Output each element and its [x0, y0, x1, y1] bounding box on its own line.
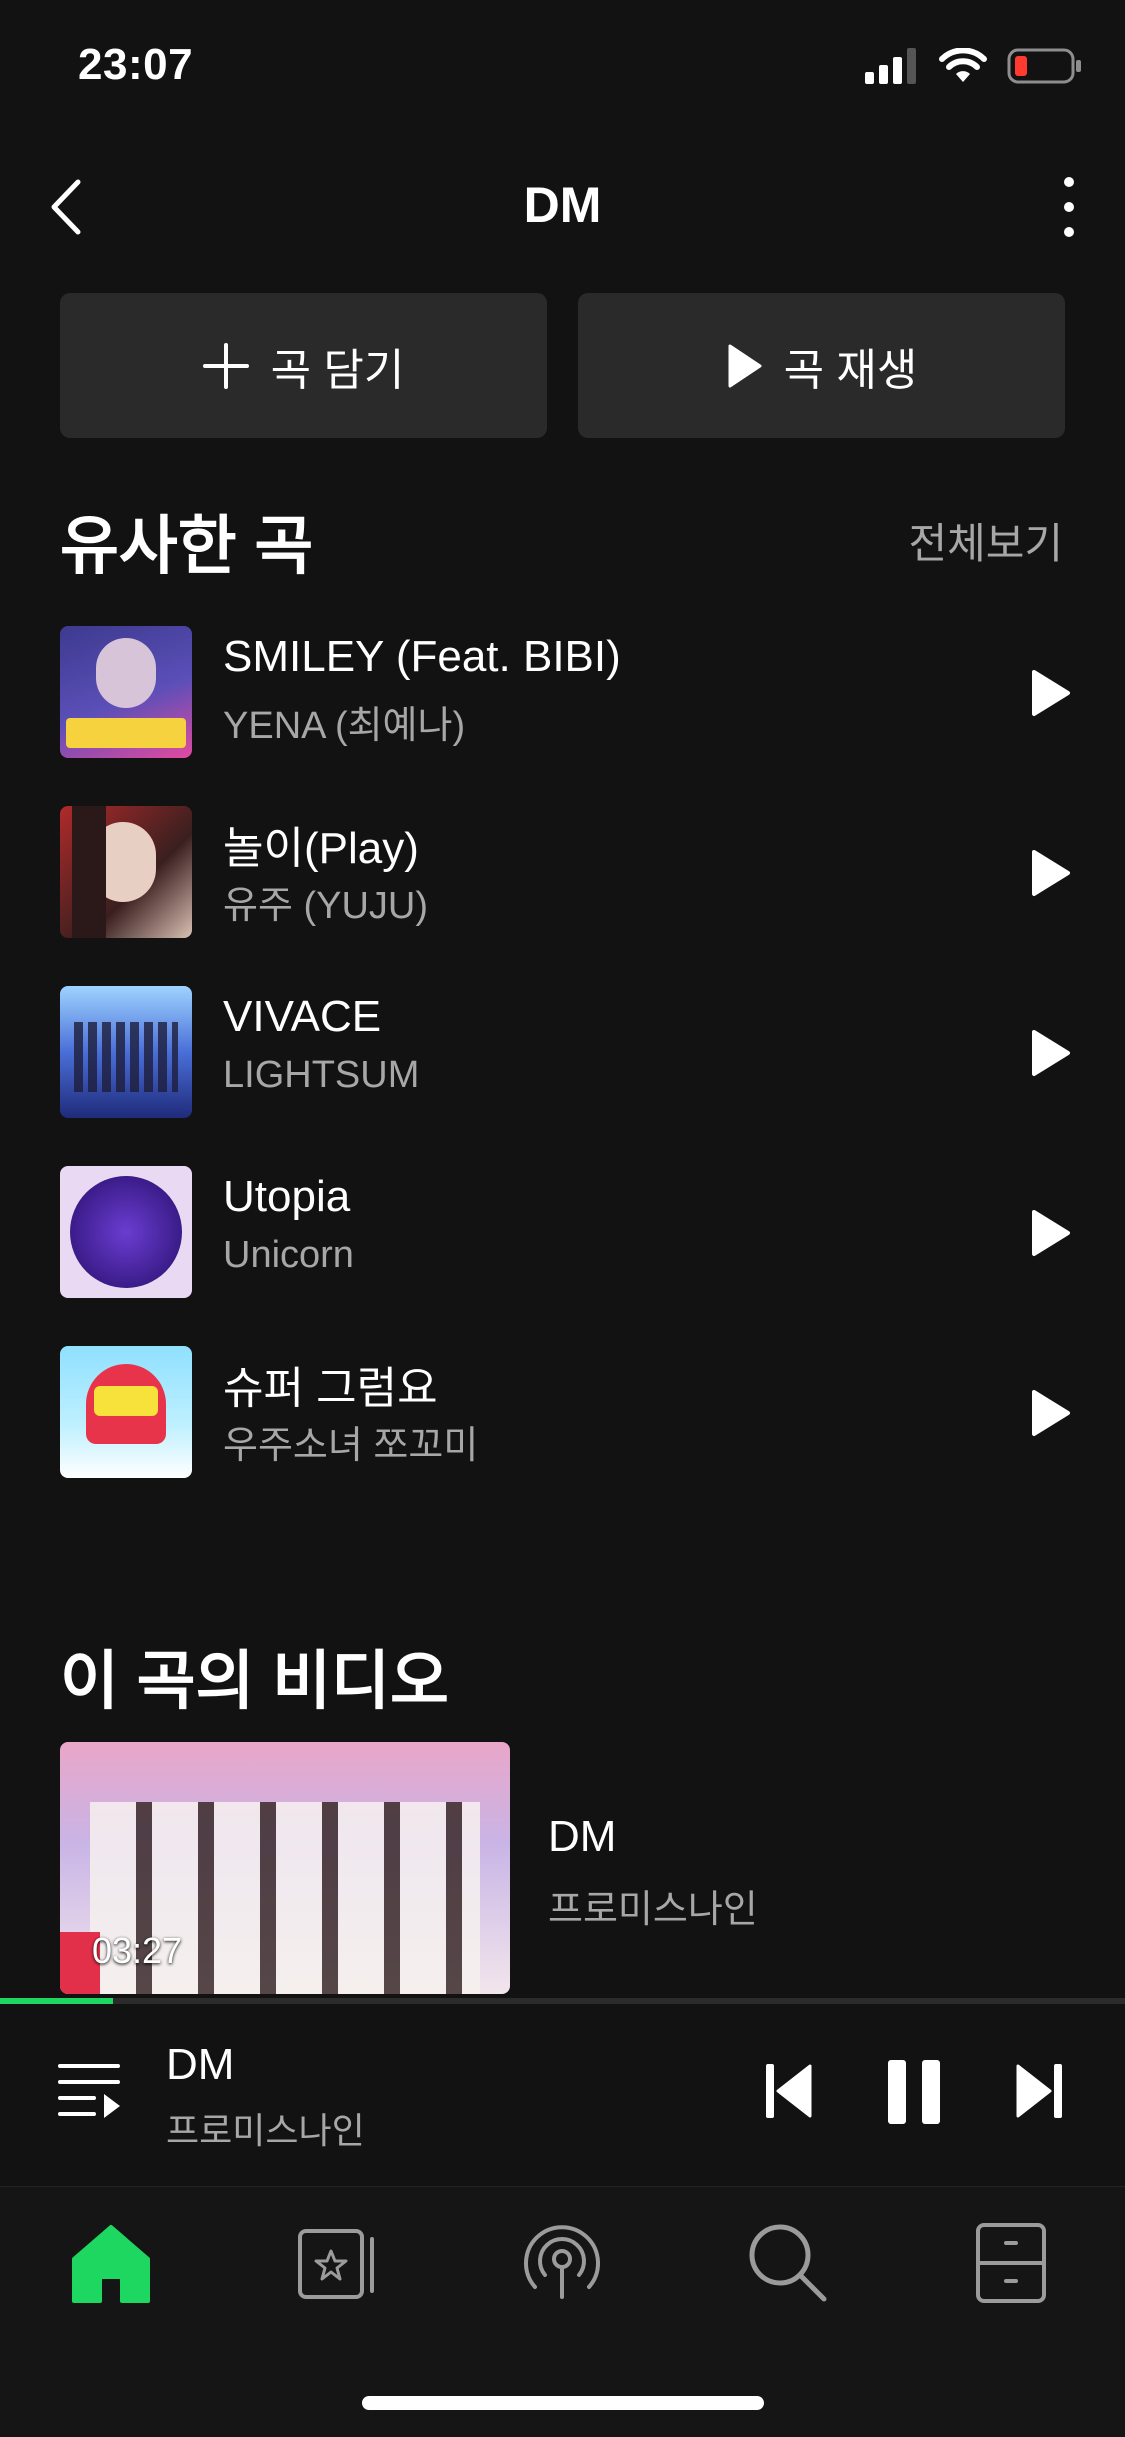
now-playing-title: DM — [166, 2040, 235, 2089]
page-title: DM — [523, 177, 602, 233]
song-title: Utopia — [223, 1172, 351, 1221]
search-icon[interactable] — [742, 2217, 832, 2307]
wifi-icon — [939, 48, 987, 82]
song-row[interactable]: VIVACE LIGHTSUM — [0, 986, 1125, 1126]
progress-track[interactable] — [0, 1998, 1125, 2004]
song-row[interactable]: 슈퍼 그럼요 우주소녀 쪼꼬미 — [0, 1346, 1125, 1486]
battery-icon — [1007, 48, 1081, 84]
play-songs-button[interactable]: 곡 재생 — [578, 293, 1065, 438]
album-art — [60, 806, 192, 938]
plus-icon — [202, 342, 249, 389]
play-icon[interactable] — [1024, 1388, 1074, 1438]
song-artist: LIGHTSUM — [223, 1054, 420, 1096]
previous-track-icon[interactable] — [764, 2062, 814, 2120]
pause-icon[interactable] — [886, 2060, 942, 2124]
see-all-link[interactable]: 전체보기 — [908, 510, 1063, 571]
song-row[interactable]: Utopia Unicorn — [0, 1166, 1125, 1306]
album-art — [60, 1166, 192, 1298]
playlist-queue-icon[interactable] — [58, 2062, 122, 2118]
progress-fill — [0, 1998, 113, 2004]
video-artist: 프로미스나인 — [548, 1889, 758, 1931]
album-art — [60, 626, 192, 758]
play-icon[interactable] — [1024, 668, 1074, 718]
videos-section-title: 이 곡의 비디오 — [60, 1645, 449, 1717]
song-row[interactable]: 놀이(Play) 유주 (YUJU) — [0, 806, 1125, 946]
signal-icon — [865, 48, 916, 84]
play-icon[interactable] — [1024, 1208, 1074, 1258]
video-duration: 03:27 — [92, 1930, 183, 1971]
song-artist: Unicorn — [223, 1234, 354, 1276]
storage-icon[interactable] — [966, 2217, 1056, 2307]
play-icon — [728, 344, 762, 387]
play-songs-label: 곡 재생 — [783, 345, 918, 395]
next-track-icon[interactable] — [1014, 2062, 1064, 2120]
podcast-icon[interactable] — [517, 2217, 607, 2307]
video-title[interactable]: DM — [548, 1812, 616, 1862]
album-art — [60, 986, 192, 1118]
song-artist: 우주소녀 쪼꼬미 — [223, 1425, 479, 1467]
song-title: 슈퍼 그럼요 — [223, 1364, 438, 1413]
song-row[interactable]: SMILEY (Feat. BIBI) YENA (최예나) — [0, 626, 1125, 766]
home-indicator — [362, 2396, 764, 2410]
album-art — [60, 1346, 192, 1478]
more-options-button[interactable] — [1051, 172, 1087, 242]
mini-player[interactable]: DM 프로미스나인 — [0, 1998, 1125, 2186]
song-artist: 유주 (YUJU) — [223, 885, 429, 927]
starred-playlist-icon[interactable] — [292, 2217, 382, 2307]
home-icon[interactable] — [66, 2217, 156, 2307]
song-artist: YENA (최예나) — [223, 705, 466, 747]
status-time: 23:07 — [78, 40, 194, 89]
add-songs-label: 곡 담기 — [270, 345, 405, 395]
song-title: SMILEY (Feat. BIBI) — [223, 632, 621, 681]
similar-songs-title: 유사한 곡 — [60, 510, 314, 582]
song-title: VIVACE — [223, 992, 382, 1041]
more-vertical-icon — [1064, 177, 1074, 237]
status-icons — [865, 48, 1083, 84]
now-playing-artist: 프로미스나인 — [166, 2110, 365, 2151]
play-icon[interactable] — [1024, 848, 1074, 898]
play-icon[interactable] — [1024, 1028, 1074, 1078]
song-title: 놀이(Play) — [223, 824, 419, 873]
add-songs-button[interactable]: 곡 담기 — [60, 293, 547, 438]
